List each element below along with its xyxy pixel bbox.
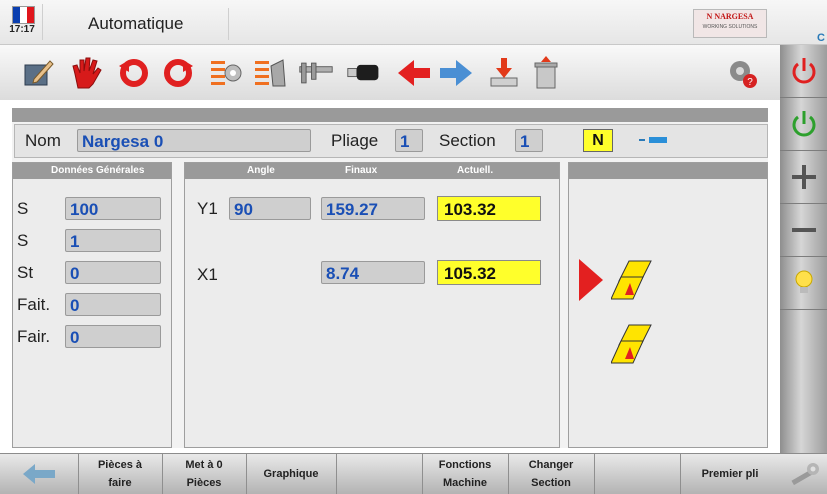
usb-icon[interactable] bbox=[346, 55, 382, 91]
clock-time: 17:17 bbox=[9, 24, 35, 35]
button-line2: Section bbox=[531, 477, 571, 489]
nom-label: Nom bbox=[25, 131, 61, 150]
flag-clock-box[interactable]: 17:17 bbox=[2, 4, 43, 40]
corner-letter: C bbox=[817, 32, 825, 44]
button-line2: Machine bbox=[442, 477, 487, 489]
toolbar: ? bbox=[0, 45, 780, 100]
divider bbox=[228, 8, 229, 40]
button-line1: Changer bbox=[528, 459, 574, 471]
n-badge: N bbox=[583, 129, 613, 152]
hand-icon[interactable] bbox=[68, 55, 104, 91]
button-line1: Graphique bbox=[263, 468, 319, 480]
general-data-panel: Données Générales S 100 S 1 St 0 Fait. 0… bbox=[12, 162, 172, 448]
download-icon[interactable] bbox=[486, 55, 522, 91]
section-panel bbox=[568, 162, 768, 448]
title-bar: 17:17 Automatique N NARGESA WORKING SOLU… bbox=[0, 0, 827, 45]
graphique-button[interactable]: Graphique bbox=[246, 454, 337, 494]
nom-field[interactable]: Nargesa 0 bbox=[77, 129, 311, 152]
bottom-function-bar: Pièces à faire Met à 0 Pièces Graphique … bbox=[0, 453, 780, 494]
empty-button[interactable] bbox=[594, 454, 681, 494]
general-value-field[interactable]: 100 bbox=[65, 197, 161, 220]
row-label: Fair. bbox=[17, 327, 51, 346]
x1-finaux-field[interactable]: 8.74 bbox=[321, 261, 425, 284]
pieces-a-faire-button[interactable]: Pièces à faire bbox=[78, 454, 163, 494]
svg-text:?: ? bbox=[747, 77, 753, 88]
col-angle: Angle bbox=[247, 165, 275, 176]
bend-step-icon bbox=[610, 323, 653, 370]
row-label: S bbox=[17, 231, 29, 250]
arrow-left-icon[interactable] bbox=[396, 55, 432, 91]
back-button[interactable] bbox=[0, 454, 79, 494]
nargesa-logo: N NARGESA WORKING SOLUTIONS bbox=[693, 9, 767, 38]
right-button-column bbox=[780, 45, 827, 493]
wrench-icon bbox=[790, 463, 819, 486]
button-line2: faire bbox=[108, 477, 132, 489]
back-arrow-icon bbox=[0, 464, 78, 484]
general-data-title: Données Générales bbox=[51, 165, 145, 176]
edit-icon[interactable] bbox=[20, 55, 56, 91]
logo-subtext: WORKING SOLUTIONS bbox=[702, 24, 758, 30]
general-data-header: Données Générales bbox=[13, 163, 171, 179]
row-label: St bbox=[17, 263, 34, 282]
premier-pli-button[interactable]: Premier pli bbox=[680, 454, 780, 494]
changer-section-button[interactable]: Changer Section bbox=[508, 454, 595, 494]
button-line1: Premier pli bbox=[701, 468, 759, 480]
general-value-field[interactable]: 0 bbox=[65, 293, 161, 316]
y1-angle-field[interactable]: 90 bbox=[229, 197, 311, 220]
section-label: Section bbox=[439, 131, 496, 150]
caliper-icon[interactable] bbox=[298, 55, 334, 91]
met-a-0-pieces-button[interactable]: Met à 0 Pièces bbox=[162, 454, 247, 494]
tools-button[interactable] bbox=[780, 453, 827, 494]
lightbulb-icon[interactable] bbox=[780, 257, 827, 310]
y1-actuel-field: 103.32 bbox=[437, 196, 541, 221]
axis-label-x1: X1 bbox=[197, 265, 218, 284]
bend-step-icon bbox=[610, 259, 653, 306]
empty-slot bbox=[780, 310, 827, 440]
pliage-label: Pliage bbox=[331, 131, 379, 150]
delete-icon[interactable] bbox=[528, 55, 564, 91]
rotate-ccw-icon[interactable] bbox=[116, 55, 152, 91]
button-line1: Fonctions bbox=[438, 459, 492, 471]
current-step-arrow-icon bbox=[579, 259, 603, 306]
general-value-field[interactable]: 0 bbox=[65, 261, 161, 284]
general-value-field[interactable]: 0 bbox=[65, 325, 161, 348]
general-value-field[interactable]: 1 bbox=[65, 229, 161, 252]
empty-button[interactable] bbox=[336, 454, 423, 494]
x1-actuel-field: 105.32 bbox=[437, 260, 541, 285]
axis-label-y1: Y1 bbox=[197, 199, 218, 218]
name-row: Nom Nargesa 0 Pliage 1 Section 1 N bbox=[14, 124, 768, 158]
progress-indicator-icon bbox=[639, 137, 667, 143]
row-label: S bbox=[17, 199, 29, 218]
arrow-right-icon[interactable] bbox=[438, 55, 474, 91]
row-label: Fait. bbox=[17, 295, 51, 314]
power-green-icon[interactable] bbox=[780, 98, 827, 151]
pliage-field[interactable]: 1 bbox=[395, 129, 423, 152]
axes-header: Angle Finaux Actuell. bbox=[185, 163, 559, 179]
plus-icon[interactable] bbox=[780, 151, 827, 204]
list-icon[interactable] bbox=[208, 55, 244, 91]
panel-header-strip bbox=[12, 108, 768, 122]
page-title: Automatique bbox=[88, 14, 184, 33]
minus-icon[interactable] bbox=[780, 204, 827, 257]
fonctions-machine-button[interactable]: Fonctions Machine bbox=[422, 454, 509, 494]
section-field[interactable]: 1 bbox=[515, 129, 543, 152]
power-red-icon[interactable] bbox=[780, 45, 827, 98]
button-line2: Pièces bbox=[186, 477, 222, 489]
col-actuel: Actuell. bbox=[457, 165, 494, 176]
axes-panel: Angle Finaux Actuell. Y1 90 159.27 103.3… bbox=[184, 162, 560, 448]
button-line1: Pièces à bbox=[97, 459, 143, 471]
logo-text: N NARGESA bbox=[706, 12, 754, 21]
section-panel-header bbox=[569, 163, 767, 179]
list-bend-icon[interactable] bbox=[252, 55, 288, 91]
y1-finaux-field[interactable]: 159.27 bbox=[321, 197, 425, 220]
settings-help-icon[interactable]: ? bbox=[724, 55, 760, 91]
button-line1: Met à 0 bbox=[185, 459, 223, 471]
col-finaux: Finaux bbox=[345, 165, 378, 176]
france-flag-icon bbox=[12, 6, 35, 24]
rotate-cw-icon[interactable] bbox=[160, 55, 196, 91]
